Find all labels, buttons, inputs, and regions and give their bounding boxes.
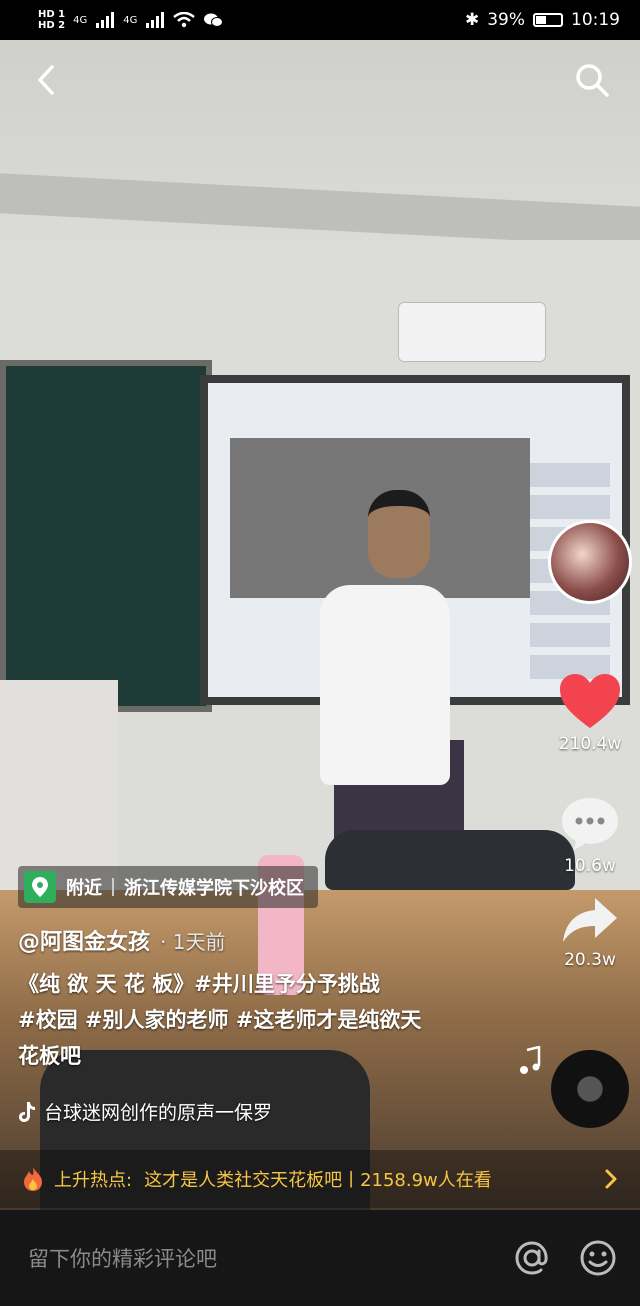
location-label: 附近 — [66, 878, 102, 899]
share-arrow-icon — [563, 898, 617, 942]
battery-icon — [533, 13, 563, 27]
at-sign-icon — [515, 1241, 548, 1275]
music-title: 台球迷网创作的原声一保罗 — [44, 1102, 273, 1124]
status-bar: HD 1 HD 2 4G 4G ✱ 39% 10:19 — [0, 0, 640, 40]
clock: 10:19 — [571, 10, 620, 30]
location-chip[interactable]: 附近 浙江传媒学院下沙校区 — [18, 866, 318, 908]
music-line[interactable]: 台球迷网创作的原声一保罗 — [18, 1098, 272, 1125]
mention-button[interactable] — [512, 1238, 552, 1278]
post-time: · 1天前 — [160, 929, 226, 954]
music-disc[interactable] — [520, 1046, 629, 1128]
hot-label: 上升热点: — [54, 1170, 133, 1191]
sim1-label: HD 1 — [38, 9, 66, 20]
bluetooth-icon: ✱ — [464, 10, 480, 30]
tiktok-note-icon — [19, 1101, 35, 1122]
caption-line-1: 《纯 欲 天 花 板》#井川里予分予挑战 — [18, 972, 380, 996]
comment-bubble-icon — [562, 798, 618, 850]
battery-percent: 39% — [487, 10, 525, 30]
location-divider — [112, 878, 114, 896]
smiley-icon — [580, 1240, 616, 1276]
emoji-button[interactable] — [578, 1238, 618, 1278]
share-count: 20.3w — [564, 950, 616, 970]
caption-line-3: 花板吧 — [18, 1044, 81, 1068]
scene-jacket — [325, 830, 575, 890]
top-nav — [0, 40, 640, 120]
heart-icon — [560, 674, 620, 728]
author-line: @阿图金女孩 · 1天前 — [18, 924, 225, 956]
like-count: 210.4w — [558, 734, 622, 754]
share-button[interactable]: 20.3w — [548, 896, 632, 970]
sim2-label: HD 2 — [38, 20, 66, 31]
search-icon — [576, 64, 609, 97]
caption-line-2: #校园 #别人家的老师 #这老师才是纯欲天 — [18, 1008, 422, 1032]
flame-icon — [24, 1167, 42, 1191]
scene-person-head — [368, 490, 430, 578]
comment-button[interactable]: 10.6w — [548, 796, 632, 876]
comment-input[interactable]: 留下你的精彩评论吧 — [28, 1243, 486, 1273]
hot-text: 这才是人类社交天花板吧丨2158.9w人在看 — [144, 1170, 492, 1191]
hot-topic-bar[interactable]: 上升热点: 这才是人类社交天花板吧丨2158.9w人在看 — [0, 1150, 640, 1208]
status-right: ✱ 39% 10:19 — [465, 10, 620, 30]
author-name[interactable]: @阿图金女孩 — [18, 924, 150, 956]
chevron-left-icon — [38, 65, 54, 95]
network-label: 4G — [73, 14, 88, 26]
scene-chalkboard — [0, 360, 212, 712]
wechat-icon — [204, 13, 224, 27]
scene-projector — [398, 302, 546, 362]
author-avatar[interactable] — [548, 520, 632, 604]
wifi-icon — [173, 12, 196, 28]
signal-icon-2 — [146, 12, 165, 28]
video-caption[interactable]: 《纯 欲 天 花 板》#井川里予分予挑战 #校园 #别人家的老师 #这老师才是纯… — [18, 966, 518, 1074]
location-pin-icon — [24, 871, 56, 903]
like-button[interactable]: 210.4w — [548, 672, 632, 754]
comment-bar: 留下你的精彩评论吧 — [0, 1210, 640, 1306]
comment-count: 10.6w — [564, 856, 616, 876]
back-button[interactable] — [26, 60, 66, 100]
search-button[interactable] — [572, 60, 612, 100]
scene-person-shirt — [320, 585, 450, 785]
chevron-right-icon — [605, 1169, 617, 1189]
signal-icon — [96, 12, 115, 28]
network-label-2: 4G — [123, 14, 138, 26]
signal-group: HD 1 HD 2 4G 4G — [38, 9, 224, 31]
music-note-icon — [520, 1046, 541, 1074]
location-place: 浙江传媒学院下沙校区 — [124, 878, 304, 899]
